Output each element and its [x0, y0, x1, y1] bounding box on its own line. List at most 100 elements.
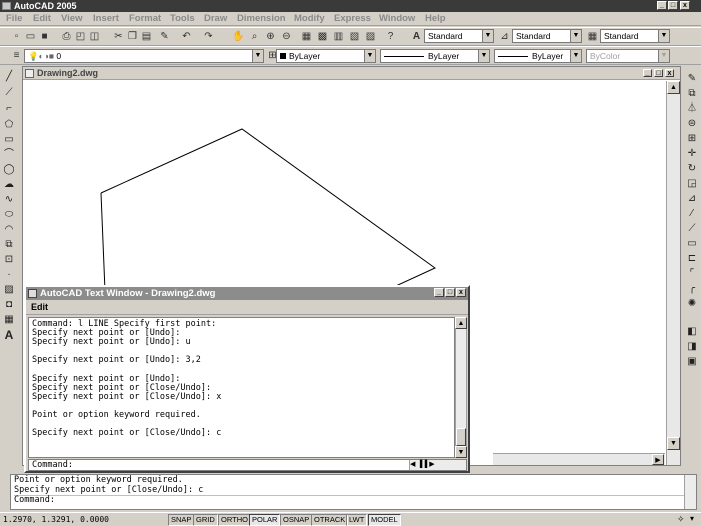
rotate-icon[interactable]: ↻ [685, 162, 699, 176]
text-style-select[interactable]: Standard ▼ [424, 29, 494, 43]
tw-scroll-thumb[interactable] [456, 428, 466, 446]
publish-icon[interactable]: ◫ [88, 30, 101, 43]
lwt-toggle[interactable]: LWT [346, 514, 368, 526]
rectangle-icon[interactable]: ▭ [2, 133, 16, 147]
model-toggle[interactable]: MODEL [368, 514, 401, 526]
cut-icon[interactable]: ✂ [112, 30, 125, 43]
scroll-right-icon[interactable]: ▶ [652, 454, 664, 465]
trim-icon[interactable]: ⁄ [685, 207, 699, 221]
chamfer-icon[interactable]: ⌜ [685, 267, 699, 281]
grid-toggle[interactable]: GRID [193, 514, 218, 526]
scale-icon[interactable]: ◲ [685, 177, 699, 191]
sheet-set-icon[interactable]: ▧ [348, 30, 361, 43]
otrack-toggle[interactable]: OTRACK [311, 514, 349, 526]
lineweight-select[interactable]: ByLayer ▼ [494, 49, 582, 63]
extend-icon[interactable]: ⟋ [685, 222, 699, 236]
erase-icon[interactable]: ✎ [685, 72, 699, 86]
draworder-back-icon[interactable]: ◨ [685, 340, 699, 354]
text-window-command-input[interactable]: Command: ◀ ▐▐ ▶ [28, 459, 467, 471]
menu-tools[interactable]: Tools [170, 13, 195, 24]
drawing-minimize-button[interactable]: _ [643, 69, 652, 77]
osnap-toggle[interactable]: OSNAP [280, 514, 313, 526]
zoom-previous-icon[interactable]: ⊖ [280, 30, 293, 43]
tw-scroll-down-icon[interactable]: ▼ [455, 446, 467, 458]
drawing-horizontal-scrollbar[interactable]: ▶ [493, 453, 665, 465]
polar-toggle[interactable]: POLAR [249, 514, 281, 526]
layer-manager-icon[interactable]: ≡ [10, 49, 23, 62]
coordinates-readout[interactable]: 1.2970, 1.3291, 0.0000 [3, 514, 109, 526]
ortho-toggle[interactable]: ORTHO [218, 514, 251, 526]
minimize-button[interactable]: _ [657, 1, 667, 10]
layer-select[interactable]: 💡◐◑■ 0 ▼ [24, 49, 264, 63]
command-line-scrollbar[interactable] [684, 475, 696, 509]
break-icon[interactable]: ▭ [685, 237, 699, 251]
linetype-select[interactable]: ByLayer ▼ [380, 49, 490, 63]
maximize-button[interactable]: □ [668, 1, 678, 10]
color-select[interactable]: ByLayer ▼ [276, 49, 376, 63]
join-icon[interactable]: ⊏ [685, 252, 699, 266]
menu-insert[interactable]: Insert [93, 13, 119, 24]
menu-view[interactable]: View [61, 13, 82, 24]
zoom-realtime-icon[interactable]: ⌕ [248, 30, 261, 43]
table-icon[interactable]: ▦ [2, 313, 16, 327]
mirror-icon[interactable]: ⏃ [685, 102, 699, 116]
menu-modify[interactable]: Modify [294, 13, 325, 24]
dim-style-select[interactable]: Standard ▼ [512, 29, 582, 43]
redo-icon[interactable]: ↷ [202, 30, 215, 43]
menu-express[interactable]: Express [334, 13, 371, 24]
text-window-scrollbar[interactable]: ▲ ▼ [455, 317, 467, 458]
tool-palettes-icon[interactable]: ▥ [332, 30, 345, 43]
table-style-select[interactable]: Standard ▼ [600, 29, 670, 43]
pan-icon[interactable]: ✋ [232, 30, 245, 43]
close-button[interactable]: x [680, 1, 690, 10]
communication-center-icon[interactable]: ✧ [677, 514, 685, 525]
menu-file[interactable]: File [6, 13, 22, 24]
match-properties-icon[interactable]: ✎ [158, 30, 171, 43]
draworder-front-icon[interactable]: ◧ [685, 325, 699, 339]
make-block-icon[interactable]: ⊡ [2, 253, 16, 267]
explode-icon[interactable]: ✺ [685, 297, 699, 311]
plot-preview-icon[interactable]: ◰ [74, 30, 87, 43]
menu-draw[interactable]: Draw [204, 13, 227, 24]
markup-icon[interactable]: ▨ [364, 30, 377, 43]
stretch-icon[interactable]: ⊿ [685, 192, 699, 206]
hatch-icon[interactable]: ▨ [2, 283, 16, 297]
tw-close-button[interactable]: x [456, 288, 466, 297]
menu-dimension[interactable]: Dimension [237, 13, 286, 24]
copy-icon[interactable]: ⧉ [685, 87, 699, 101]
tw-scroll-up-icon[interactable]: ▲ [455, 317, 467, 329]
tw-maximize-button[interactable]: □ [445, 288, 455, 297]
fillet-icon[interactable]: ╭ [685, 282, 699, 296]
drawing-close-button[interactable]: x [665, 69, 674, 77]
drawing-maximize-button[interactable]: □ [654, 69, 663, 77]
open-file-icon[interactable]: ▭ [24, 30, 37, 43]
plotstyle-select[interactable]: ByColor ▼ [586, 49, 670, 63]
command-history[interactable]: Command: l LINE Specify first point: Spe… [28, 317, 455, 458]
move-icon[interactable]: ✛ [685, 147, 699, 161]
print-icon[interactable]: ⎙ [60, 30, 73, 43]
design-center-icon[interactable]: ▩ [316, 30, 329, 43]
new-file-icon[interactable]: ▫ [10, 30, 23, 43]
arc-icon[interactable]: ⌒ [2, 148, 16, 162]
undo-icon[interactable]: ↶ [180, 30, 193, 43]
drawing-vertical-scrollbar[interactable]: ▲ ▼ [666, 81, 680, 465]
region-icon[interactable]: ◘ [2, 298, 16, 312]
properties-icon[interactable]: ▦ [300, 30, 313, 43]
insert-block-icon[interactable]: ⧉ [2, 238, 16, 252]
revision-cloud-icon[interactable]: ☁ [2, 178, 16, 192]
menu-format[interactable]: Format [129, 13, 161, 24]
save-icon[interactable]: ■ [38, 30, 51, 43]
paste-icon[interactable]: ▤ [140, 30, 153, 43]
polyline-icon[interactable]: ⌐ [2, 102, 16, 116]
spline-icon[interactable]: ∿ [2, 193, 16, 207]
zoom-window-icon[interactable]: ⊕ [264, 30, 277, 43]
tw-hscrollbar[interactable]: ◀ ▐▐ ▶ [409, 460, 466, 470]
text-window-title-bar[interactable]: AutoCAD Text Window - Drawing2.dwg _ □ x [26, 287, 468, 300]
menu-help[interactable]: Help [425, 13, 446, 24]
snap-toggle[interactable]: SNAP [168, 514, 195, 526]
copy-clipboard-icon[interactable]: ❐ [126, 30, 139, 43]
ellipse-arc-icon[interactable]: ◠ [2, 223, 16, 237]
point-icon[interactable]: · [2, 268, 16, 282]
construction-line-icon[interactable]: ⟋ [2, 86, 16, 100]
command-prompt[interactable]: Command: [14, 495, 693, 506]
